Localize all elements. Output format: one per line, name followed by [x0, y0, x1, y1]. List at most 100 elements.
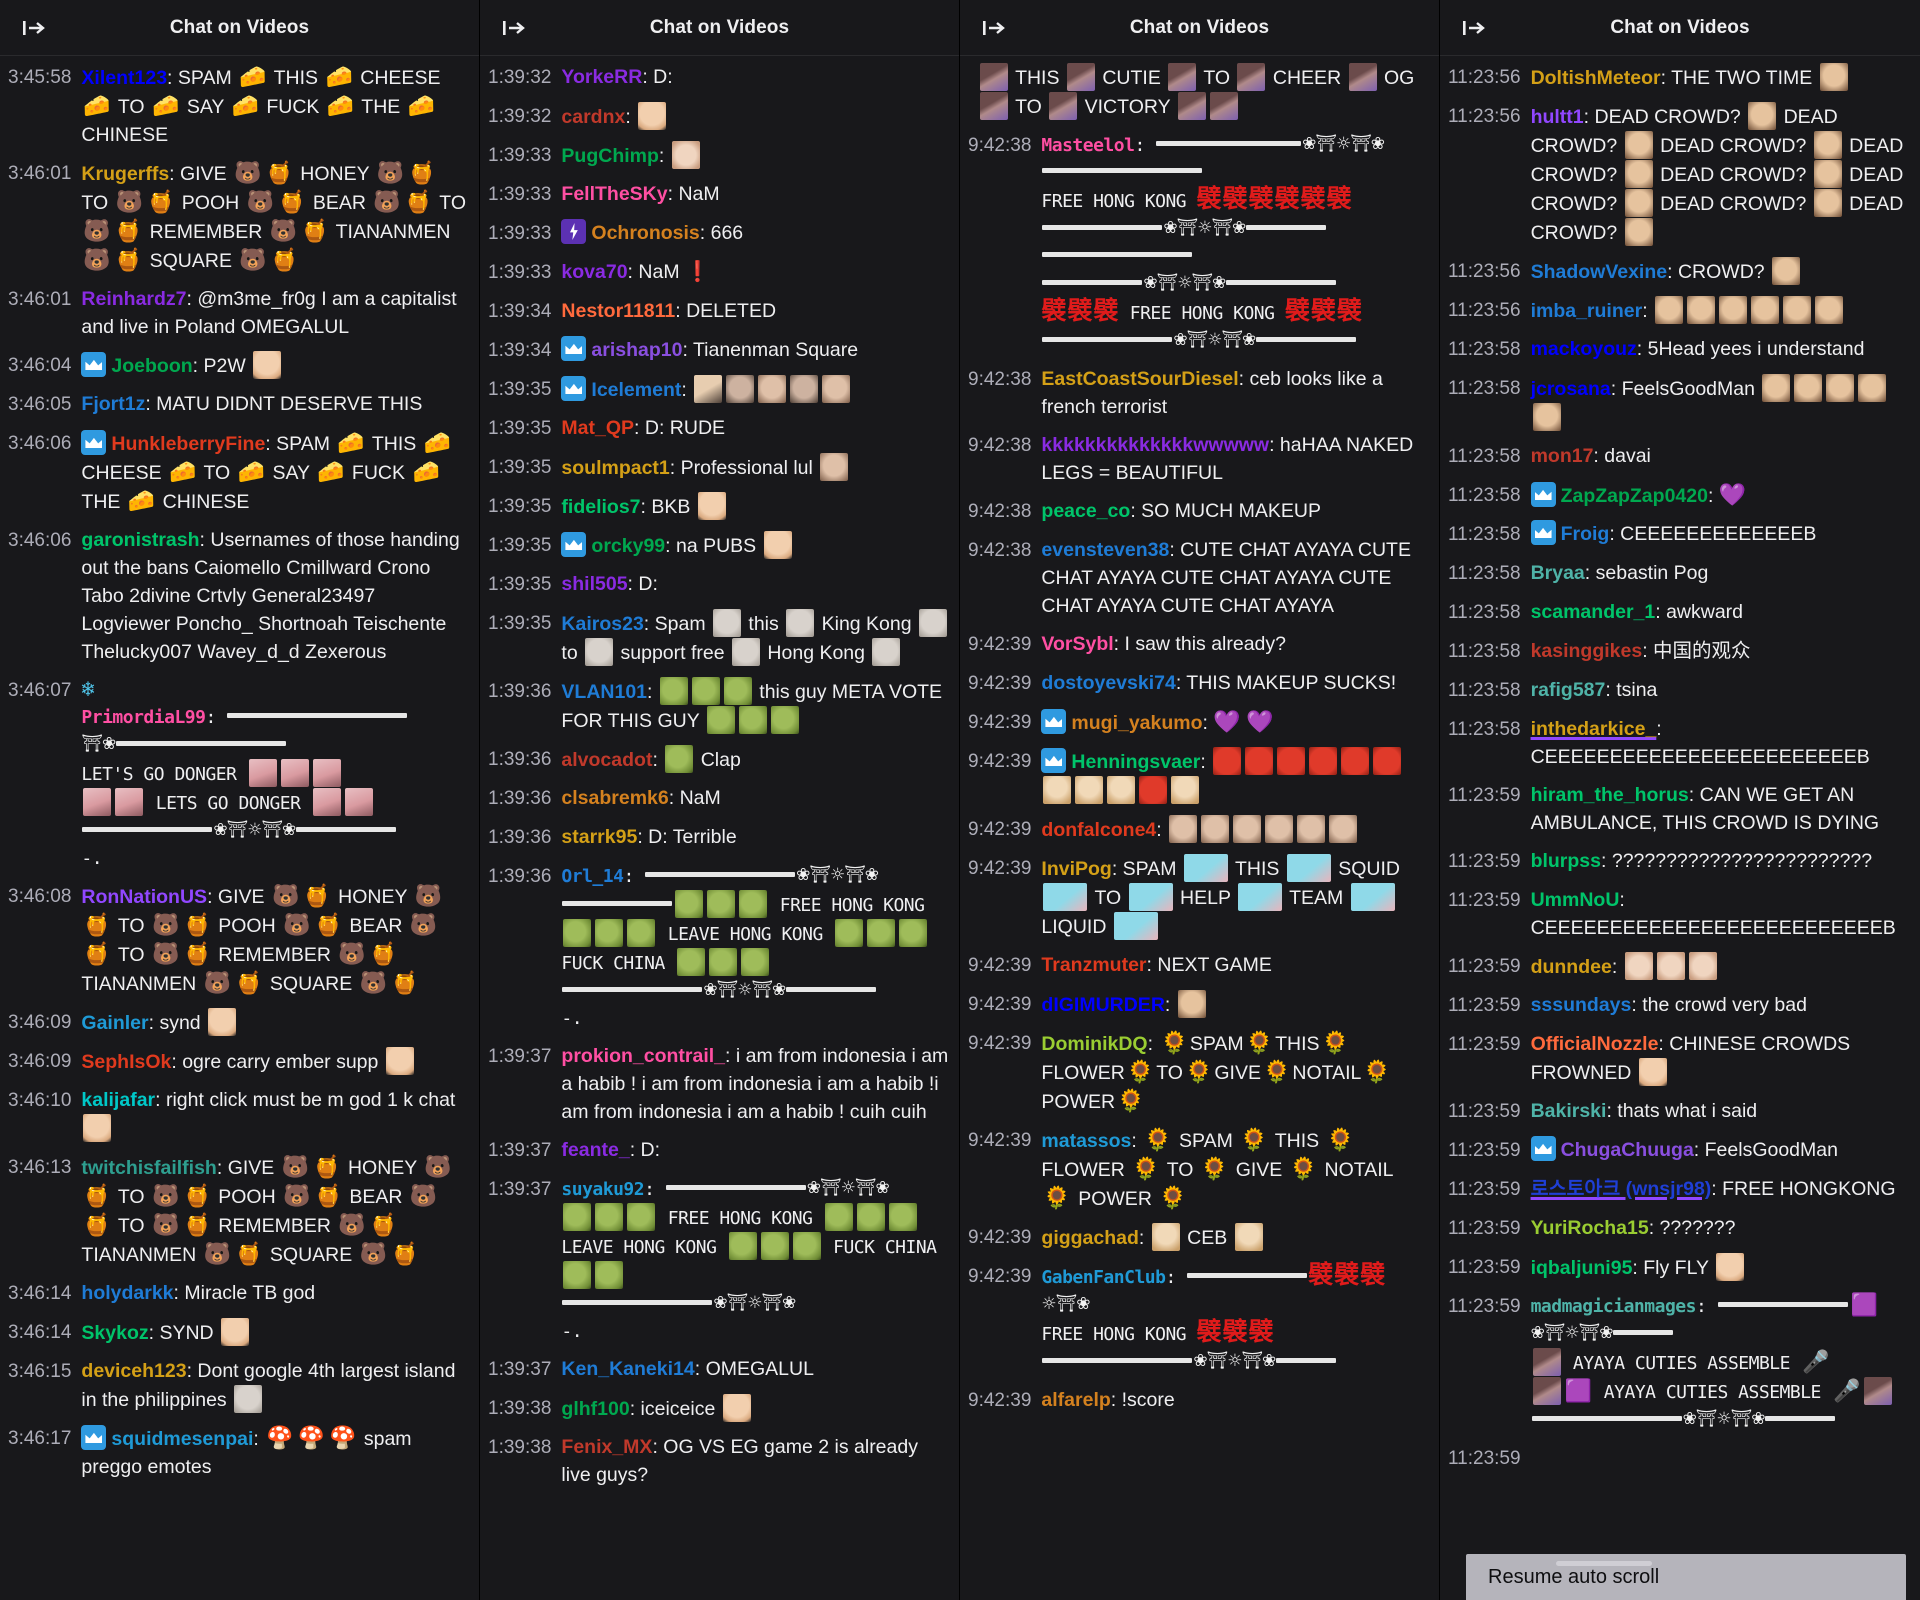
dank-emote[interactable]	[1233, 815, 1262, 843]
message-username[interactable]: 로스토아크 (wnsjr98)	[1531, 1178, 1712, 1200]
orc-emote[interactable]	[627, 919, 656, 947]
sun-emote[interactable]: 🌻	[1263, 1059, 1290, 1084]
message-username[interactable]: Fenix_MX	[561, 1436, 652, 1458]
orc-emote[interactable]	[835, 919, 864, 947]
orc-emote[interactable]	[824, 1203, 853, 1231]
message-username[interactable]: suyaku92	[561, 1179, 644, 1200]
eye-emote[interactable]	[312, 788, 341, 816]
message-username[interactable]: hiram_the_horus	[1531, 784, 1689, 806]
dank-emote[interactable]	[1169, 815, 1198, 843]
bear-emote[interactable]: 🐻	[152, 1183, 179, 1208]
orc-emote[interactable]	[595, 1261, 624, 1289]
message-username[interactable]: Fjort1z	[81, 393, 145, 415]
sun-emote[interactable]: 🌻	[1240, 1127, 1267, 1152]
subscriber-badge-icon[interactable]	[1041, 709, 1067, 734]
honey-emote[interactable]: 🍯	[315, 1183, 342, 1208]
message-username[interactable]: InviPog	[1041, 858, 1111, 880]
asian-emote[interactable]	[1624, 218, 1653, 246]
orc-emote[interactable]	[563, 919, 592, 947]
eye-emote[interactable]	[248, 759, 277, 787]
asian-emote[interactable]	[1826, 374, 1855, 402]
ayaya-emote[interactable]	[980, 92, 1008, 120]
bear-emote[interactable]: 🐻	[272, 883, 299, 908]
message-username[interactable]: VorSybl	[1041, 633, 1113, 655]
message-username[interactable]: ZapZapZap0420	[1561, 485, 1708, 507]
orc-emote[interactable]	[659, 677, 688, 705]
message-username[interactable]: kalijafar	[81, 1089, 155, 1111]
chat-message-list[interactable]: 1:39:32 YorkeRR: D: 1:39:32 cardnx: 1:39:33…	[480, 56, 959, 1600]
eye-emote[interactable]	[344, 788, 373, 816]
orc-emote[interactable]	[627, 1203, 656, 1231]
notail-emote[interactable]	[1075, 776, 1104, 804]
message-username[interactable]: PugChimp	[561, 145, 659, 167]
notail-emote[interactable]	[1107, 776, 1136, 804]
honey-emote[interactable]: 🍯	[235, 970, 262, 995]
orc-emote[interactable]	[770, 706, 799, 734]
chat-message-list[interactable]: 3:45:58 Xilent123: SPAM 🧀 THIS 🧀 CHEESE 🧀…	[0, 56, 479, 1600]
subscriber-badge-icon[interactable]	[1530, 1136, 1556, 1161]
eye-emote[interactable]	[83, 788, 112, 816]
bear-emote[interactable]: 🐻	[410, 1183, 437, 1208]
kapp-emote[interactable]	[919, 609, 948, 637]
bear-emote[interactable]: 🐻	[377, 160, 404, 185]
message-username[interactable]: Orl_14	[561, 866, 624, 887]
asian-emote[interactable]	[1177, 990, 1206, 1018]
cheese-emote[interactable]: 🧀	[128, 488, 155, 513]
honey-emote[interactable]: 🍯	[301, 218, 328, 243]
asian-emote[interactable]	[1532, 403, 1561, 431]
message-username[interactable]: VLAN101	[561, 681, 647, 703]
lul-emote[interactable]	[221, 1318, 250, 1346]
dank-emote[interactable]	[758, 375, 787, 403]
message-username[interactable]: SephIsOk	[81, 1051, 171, 1073]
message-username[interactable]: Froig	[1561, 523, 1610, 545]
bear-emote[interactable]: 🐻	[234, 160, 261, 185]
twitchpurple-emote[interactable]: 🟪	[1565, 1379, 1592, 1404]
cheese-emote[interactable]: 🧀	[238, 459, 265, 484]
message-username[interactable]: jcrosana	[1531, 378, 1611, 400]
orc-emote[interactable]	[563, 1261, 592, 1289]
message-username[interactable]: Xilent123	[81, 67, 167, 89]
message-username[interactable]: kasinggikes	[1531, 640, 1643, 662]
orc-emote[interactable]	[741, 948, 770, 976]
bear-emote[interactable]: 🐻	[83, 218, 110, 243]
bear-emote[interactable]: 🐻	[239, 247, 266, 272]
message-username[interactable]: dostoyevski74	[1041, 672, 1175, 694]
message-username[interactable]: peace_co	[1041, 500, 1130, 522]
honey-emote[interactable]: 🍯	[183, 1183, 210, 1208]
sun-emote[interactable]: 🌻	[1322, 1030, 1349, 1055]
message-username[interactable]: feante_	[561, 1139, 629, 1161]
message-username[interactable]: Joeboon	[111, 355, 192, 377]
collapse-right-icon[interactable]	[502, 18, 526, 38]
honey-emote[interactable]: 🍯	[303, 883, 330, 908]
bits-badge-icon[interactable]	[561, 219, 587, 244]
message-username[interactable]: Krugerffs	[81, 163, 169, 185]
lul-emote[interactable]	[1638, 1058, 1667, 1086]
lul-emote[interactable]	[83, 1114, 112, 1142]
subscriber-badge-icon[interactable]	[81, 352, 107, 377]
asian-emote[interactable]	[1772, 257, 1801, 285]
kapp-emote[interactable]	[786, 609, 815, 637]
ayaya-emote[interactable]	[1049, 92, 1078, 120]
orc-emote[interactable]	[888, 1203, 917, 1231]
orc-emote[interactable]	[709, 948, 738, 976]
sun-emote[interactable]: 🌻	[1159, 1185, 1186, 1210]
bear-emote[interactable]: 🐻	[83, 247, 110, 272]
meat-emote[interactable]	[1139, 776, 1168, 804]
sun-emote[interactable]: 🌻	[1185, 1059, 1212, 1084]
message-username[interactable]: Nestor11811	[561, 300, 675, 322]
bear-emote[interactable]: 🐻	[247, 189, 274, 214]
asian-emote[interactable]	[1794, 374, 1823, 402]
message-username[interactable]: Reinhardz7	[81, 288, 186, 310]
mario-emote[interactable]: 🍄	[298, 1425, 325, 1450]
subscriber-badge-icon[interactable]	[561, 336, 587, 361]
message-username[interactable]: glhf100	[561, 1398, 629, 1420]
ayaya-emote[interactable]	[1168, 63, 1197, 91]
message-username[interactable]: DominikDQ	[1041, 1033, 1147, 1055]
notail-emote[interactable]	[1171, 776, 1200, 804]
orc-emote[interactable]	[760, 1232, 789, 1260]
cheese-emote[interactable]: 🧀	[239, 64, 266, 89]
sun-emote[interactable]: 🌻	[1132, 1156, 1159, 1181]
lul-emote[interactable]	[208, 1008, 237, 1036]
cheese-emote[interactable]: 🧀	[317, 459, 344, 484]
message-username[interactable]: HunkleberryFine	[111, 433, 265, 455]
